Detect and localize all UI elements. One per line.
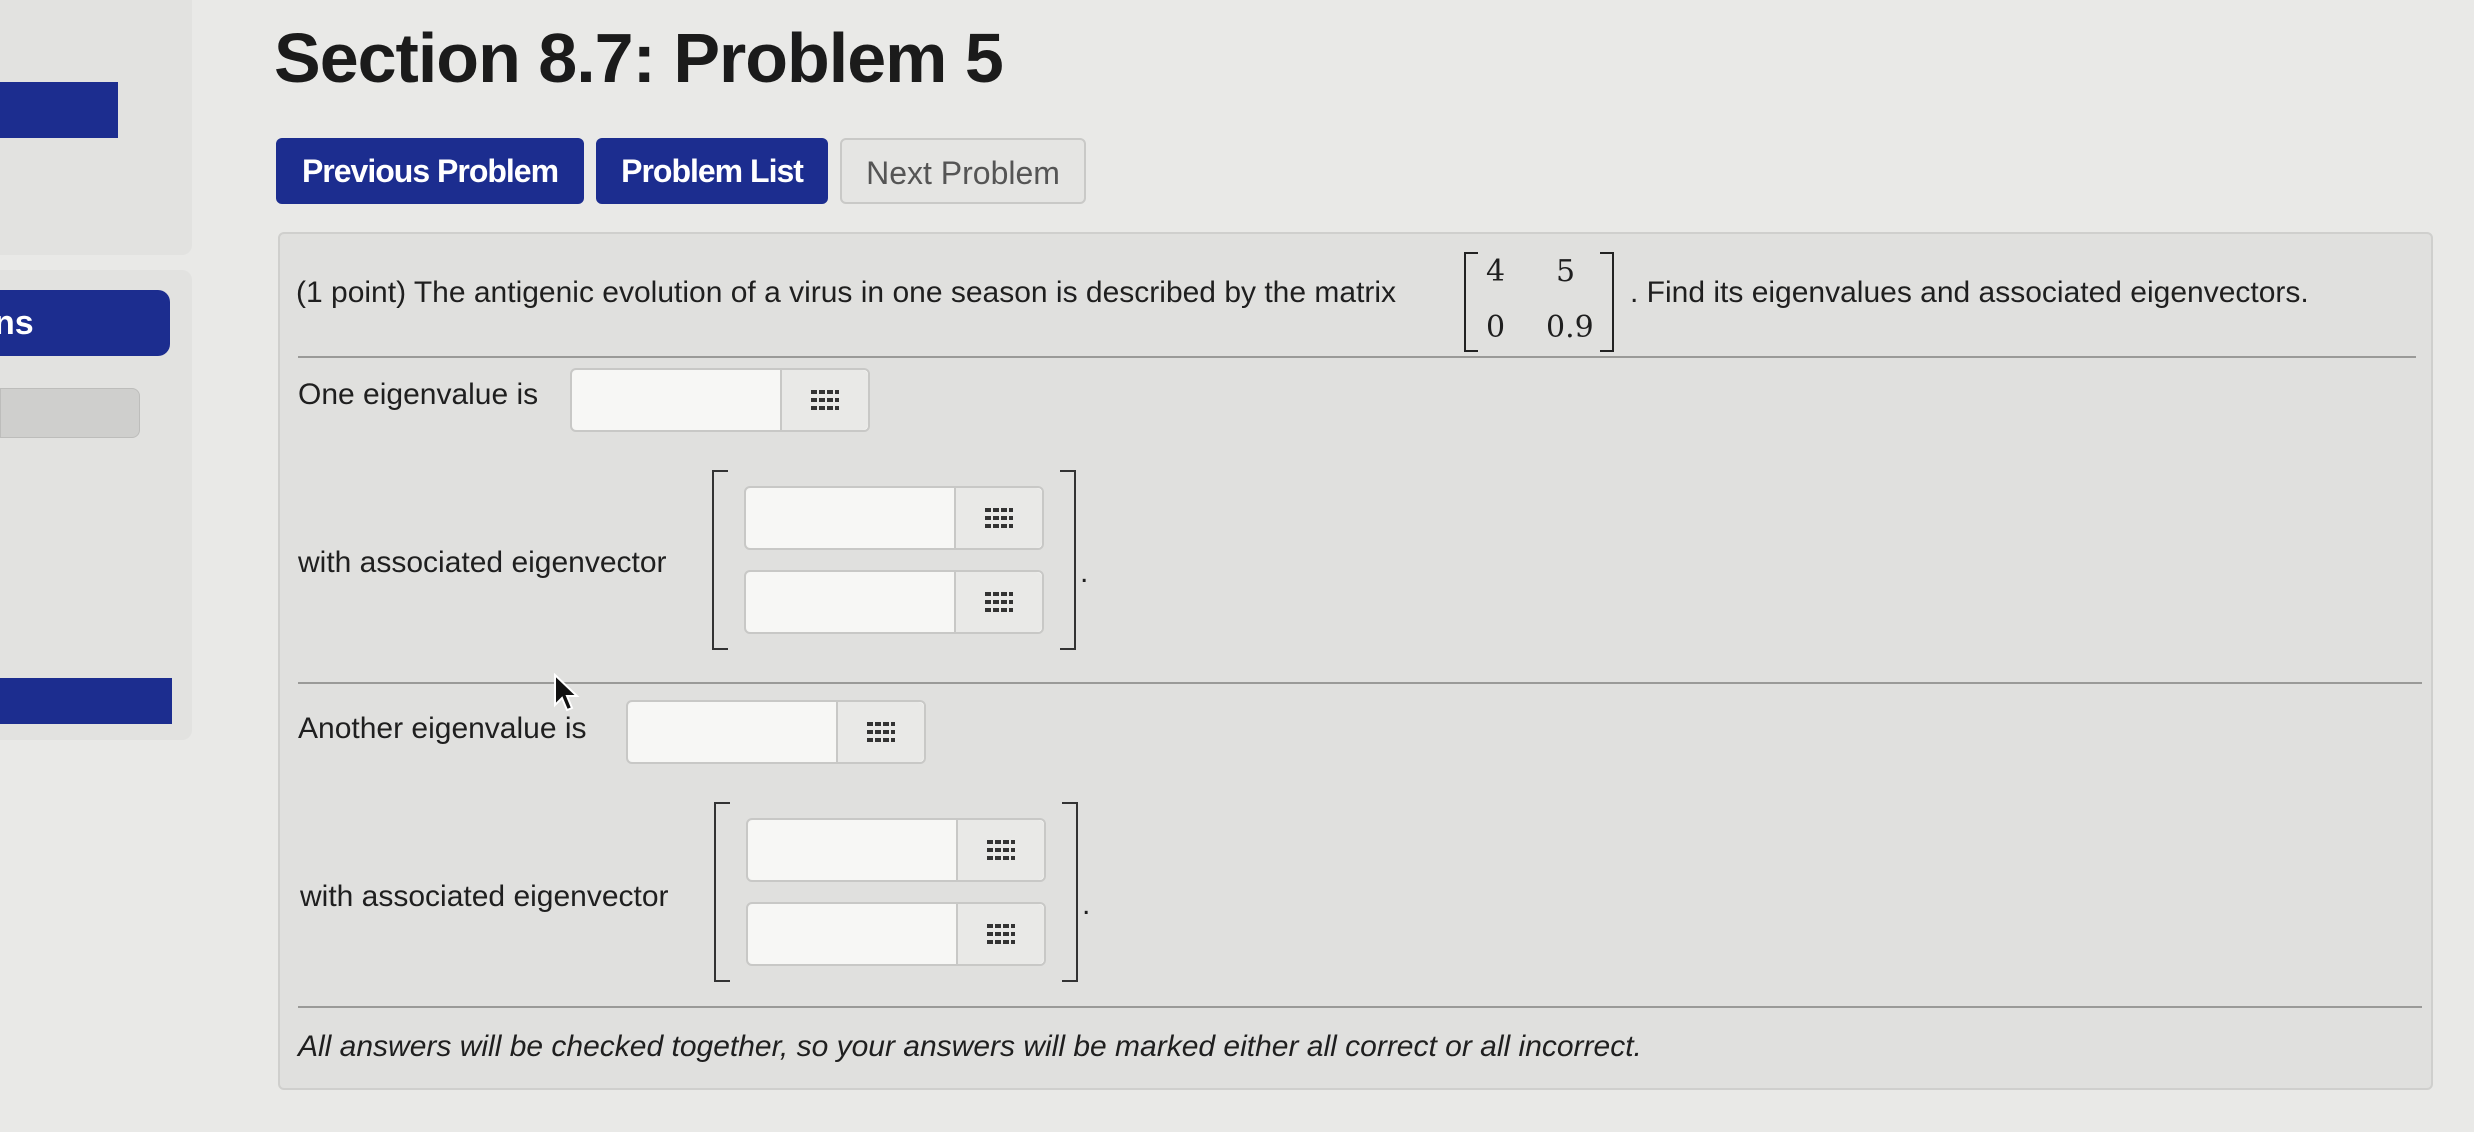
previous-problem-button[interactable]: Previous Problem: [276, 138, 584, 204]
problem-list-button[interactable]: Problem List: [596, 138, 828, 204]
sidebar-link-block[interactable]: [0, 82, 118, 138]
keypad-icon: [985, 508, 1013, 528]
vector-2-left-bracket: [714, 802, 730, 982]
next-problem-button[interactable]: Next Problem: [840, 138, 1086, 204]
problem-statement: (1 point) The antigenic evolution of a v…: [296, 276, 1397, 309]
vector-1-right-bracket: [1060, 470, 1076, 650]
eigenvector-2-label: with associated eigenvector: [300, 880, 669, 913]
keypad-icon: [867, 722, 895, 742]
vector-1-period: .: [1080, 556, 1089, 589]
eigenvalue-2-input[interactable]: [628, 702, 838, 762]
eigenvector-2-bottom-input[interactable]: [748, 904, 958, 964]
mouse-pointer-icon: [554, 673, 580, 712]
problem-panel: [278, 232, 2433, 1090]
eigenvector-2-top-input[interactable]: [748, 820, 958, 880]
eigenvector-1-top-input[interactable]: [746, 488, 956, 548]
sidebar-tab[interactable]: ns: [0, 290, 170, 356]
eigenvector-1-label: with associated eigenvector: [298, 546, 667, 579]
matrix-entry-11: 4: [1486, 254, 1506, 289]
matrix: 4 5 0 0.9: [1464, 252, 1614, 352]
eigenvector-1-top-field[interactable]: [744, 486, 1044, 550]
keypad-button[interactable]: [782, 370, 868, 430]
sidebar-tab-label: ns: [0, 304, 34, 342]
eigenvalue-1-input[interactable]: [572, 370, 782, 430]
eigenvector-2-top-field[interactable]: [746, 818, 1046, 882]
keypad-button[interactable]: [958, 904, 1044, 964]
eigenvector-2-bottom-field[interactable]: [746, 902, 1046, 966]
eigenvalue-2-field[interactable]: [626, 700, 926, 764]
matrix-entry-12: 5: [1556, 254, 1576, 289]
sidebar-link-block-lower[interactable]: [0, 678, 172, 724]
eigenvector-1-bottom-field[interactable]: [744, 570, 1044, 634]
divider: [298, 1006, 2422, 1008]
keypad-button[interactable]: [956, 572, 1042, 632]
matrix-left-bracket: [1464, 252, 1478, 352]
keypad-button[interactable]: [956, 488, 1042, 548]
one-eigenvalue-label: One eigenvalue is: [298, 378, 539, 411]
matrix-entry-21: 0: [1486, 310, 1506, 345]
another-eigenvalue-label: Another eigenvalue is: [298, 712, 587, 745]
keypad-button[interactable]: [958, 820, 1044, 880]
divider: [298, 356, 2416, 358]
problem-statement-end: . Find its eigenvalues and associated ei…: [1630, 276, 2309, 309]
keypad-icon: [811, 390, 839, 410]
vector-2-period: .: [1082, 888, 1091, 921]
matrix-entry-22: 0.9: [1546, 310, 1594, 345]
eigenvalue-1-field[interactable]: [570, 368, 870, 432]
keypad-button[interactable]: [838, 702, 924, 762]
matrix-right-bracket: [1600, 252, 1614, 352]
keypad-icon: [987, 924, 1015, 944]
grading-note: All answers will be checked together, so…: [298, 1030, 1642, 1063]
eigenvector-1-bottom-input[interactable]: [746, 572, 956, 632]
divider: [298, 682, 2422, 684]
page-title: Section 8.7: Problem 5: [274, 19, 1004, 97]
keypad-icon: [987, 840, 1015, 860]
vector-2-right-bracket: [1062, 802, 1078, 982]
sidebar-field[interactable]: [0, 388, 140, 438]
vector-1-left-bracket: [712, 470, 728, 650]
keypad-icon: [985, 592, 1013, 612]
